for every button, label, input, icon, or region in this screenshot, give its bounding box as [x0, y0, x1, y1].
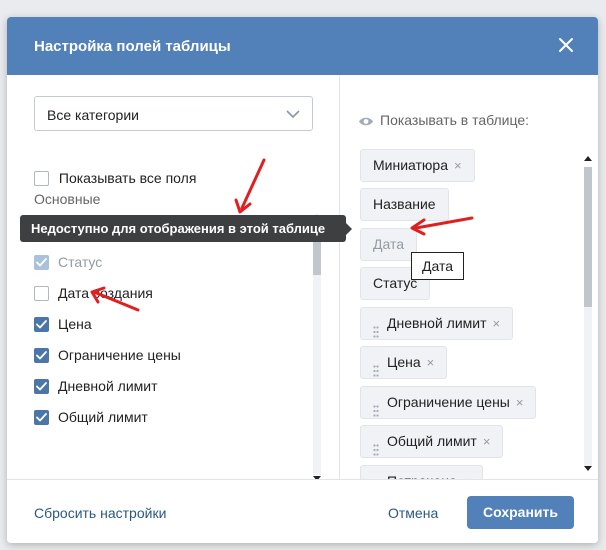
remove-icon[interactable]: ×	[516, 395, 524, 410]
tag-label: Дневной лимит	[387, 315, 487, 331]
tag-label: Общий лимит	[387, 433, 477, 449]
field-checkbox-row: Статус	[34, 253, 102, 275]
field-checkbox-row: Название	[34, 209, 121, 213]
visible-field-tag[interactable]: Общий лимит ×	[360, 425, 504, 458]
chevron-down-icon	[286, 110, 300, 119]
visible-field-tag[interactable]: Дата	[360, 228, 418, 261]
field-label: Статус	[58, 254, 103, 271]
checkbox[interactable]	[34, 170, 49, 186]
field-checkbox-row[interactable]: Ограничение цены	[34, 346, 181, 368]
field-checkbox-row[interactable]: Дневной лимит	[34, 377, 158, 399]
remove-icon[interactable]: ×	[454, 158, 462, 173]
field-label: Дата создания	[58, 285, 153, 302]
scroll-down-icon[interactable]	[583, 465, 593, 473]
remove-icon[interactable]: ×	[427, 355, 435, 370]
field-label: Общий лимит	[58, 409, 148, 426]
tag-label: Ограничение цены	[387, 394, 510, 410]
dialog-header: Настройка полей таблицы	[7, 17, 598, 75]
visible-field-tag[interactable]: Ограничение цены ×	[360, 386, 537, 419]
scroll-up-icon[interactable]	[583, 154, 593, 162]
visible-field-tag[interactable]: Цена ×	[360, 346, 448, 379]
visible-field-tag[interactable]: Миниатюра ×	[360, 149, 475, 182]
visible-fields-panel: Показывать в таблице: Миниатюра × Название…	[340, 75, 598, 498]
category-select[interactable]: Все категории	[34, 96, 313, 131]
dialog-footer: Сбросить настройки Отмена Сохранить	[7, 479, 598, 543]
drag-handle-icon[interactable]	[373, 436, 379, 456]
tag-label: Название	[373, 196, 436, 212]
drag-handle-icon[interactable]	[373, 318, 379, 338]
dialog-title: Настройка полей таблицы	[34, 38, 231, 55]
checkbox[interactable]	[34, 347, 49, 363]
field-list: НазваниеДатаСтатусДата созданияЦенаОгран…	[34, 209, 304, 479]
save-button[interactable]: Сохранить	[467, 496, 574, 529]
checkbox[interactable]	[34, 316, 49, 332]
field-label: Ограничение цены	[58, 347, 181, 364]
close-icon[interactable]	[556, 35, 576, 55]
unavailable-tooltip: Недоступно для отображения в этой таблиц…	[20, 215, 352, 242]
checkbox[interactable]	[34, 409, 49, 425]
available-fields-panel: Все категории Показывать все поля Основн…	[7, 75, 340, 481]
visible-fields-heading: Показывать в таблице:	[358, 112, 529, 128]
eye-icon	[359, 117, 373, 126]
hover-tooltip: Дата	[411, 252, 465, 280]
left-scrollbar[interactable]	[309, 209, 325, 491]
remove-icon[interactable]: ×	[493, 316, 501, 331]
table-fields-dialog: Настройка полей таблицы Все категории По…	[7, 17, 598, 543]
field-label: Цена	[58, 316, 92, 333]
field-checkbox-row[interactable]: Цена	[34, 315, 92, 337]
drag-handle-icon[interactable]	[373, 397, 379, 417]
tag-label: Миниатюра	[373, 157, 448, 173]
field-checkbox-row[interactable]: Дата создания	[34, 284, 153, 306]
visible-field-tag[interactable]: Дневной лимит ×	[360, 307, 514, 340]
visible-field-tag[interactable]: Название	[360, 188, 449, 221]
field-label: Дневной лимит	[58, 378, 158, 395]
visible-fields-label: Показывать в таблице:	[380, 112, 530, 128]
checkbox[interactable]	[34, 285, 49, 301]
show-all-fields-checkbox[interactable]: Показывать все поля	[34, 169, 196, 186]
reset-settings-link[interactable]: Сбросить настройки	[34, 505, 166, 521]
section-title: Основные	[34, 191, 101, 207]
right-scrollbar[interactable]	[580, 151, 596, 481]
remove-icon[interactable]: ×	[483, 434, 491, 449]
checkbox	[34, 254, 49, 270]
backdrop	[0, 0, 606, 17]
show-all-fields-label: Показывать все поля	[58, 170, 197, 187]
scroll-thumb[interactable]	[584, 167, 592, 307]
checkbox[interactable]	[34, 378, 49, 394]
tag-label: Дата	[373, 236, 405, 252]
drag-handle-icon[interactable]	[373, 357, 379, 377]
tag-label: Цена	[387, 354, 421, 370]
category-select-value: Все категории	[47, 107, 139, 123]
cancel-button[interactable]: Отмена	[388, 505, 438, 521]
field-checkbox-row[interactable]: Общий лимит	[34, 408, 148, 430]
